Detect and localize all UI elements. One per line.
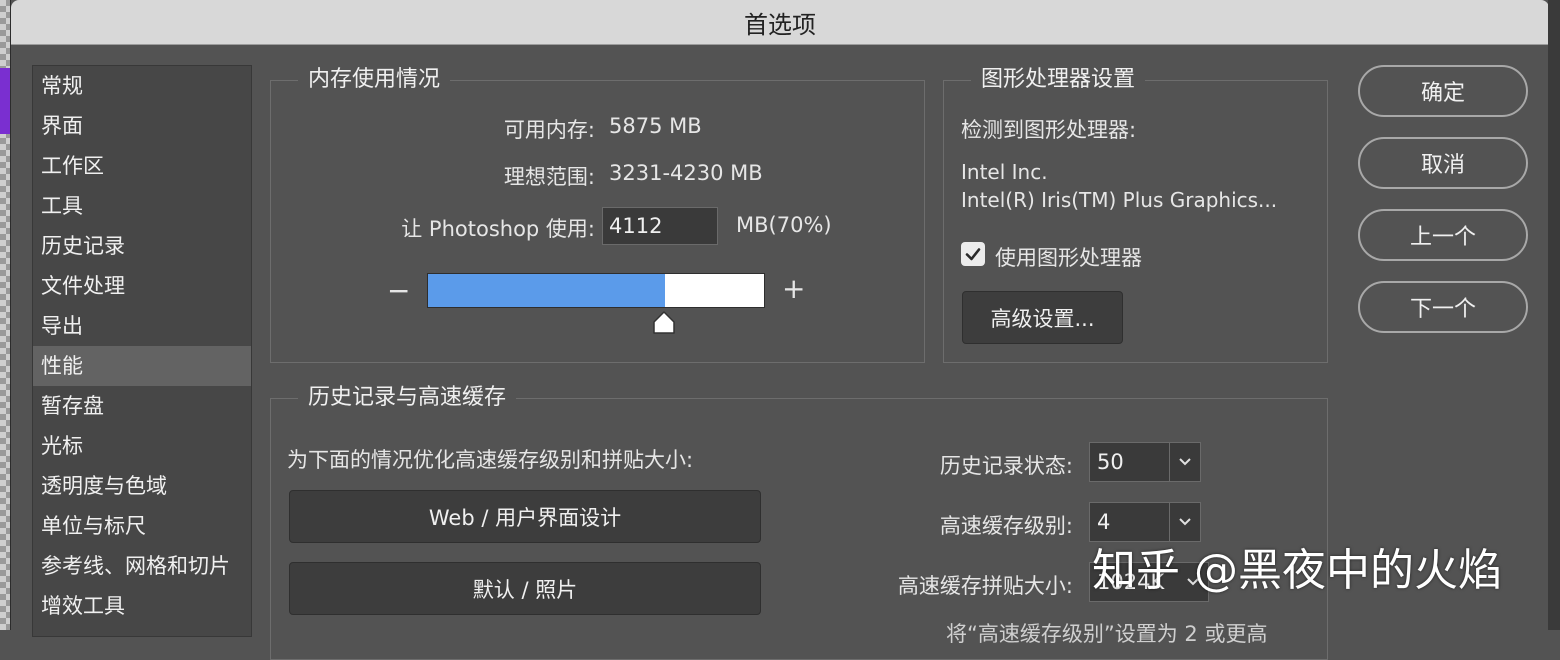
history-states-label: 历史记录状态:	[939, 454, 1073, 478]
chevron-down-icon[interactable]	[1169, 443, 1200, 481]
photoshop-use-label: 让 Photoshop 使用:	[401, 217, 595, 241]
cache-tile-size-label: 高速缓存拼贴大小:	[897, 574, 1073, 598]
sidebar-item[interactable]: 光标	[33, 426, 251, 466]
cache-levels-note: 将“高速缓存级别”设置为 2 或更高	[946, 622, 1268, 646]
memory-use-unit: MB(70%)	[736, 213, 832, 237]
sidebar-item[interactable]: 增效工具	[33, 586, 251, 626]
sidebar-item[interactable]: 常规	[33, 66, 251, 106]
gpu-model: Intel(R) Iris(TM) Plus Graphics...	[961, 188, 1278, 212]
default-photo-button[interactable]: 默认 / 照片	[289, 562, 761, 615]
use-gpu-label: 使用图形处理器	[995, 246, 1142, 270]
sidebar-item[interactable]: 性能	[33, 346, 251, 386]
cache-levels-label: 高速缓存级别:	[939, 514, 1073, 538]
history-states-select[interactable]: 50	[1089, 442, 1201, 482]
ok-button[interactable]: 确定	[1358, 65, 1528, 117]
sidebar-item[interactable]: 历史记录	[33, 226, 251, 266]
preferences-sidebar: 常规 界面 工作区 工具 历史记录 文件处理 导出 性能 暂存盘 光标 透明度与色域 单位与标尺 参考线…	[32, 65, 252, 637]
sidebar-item[interactable]: 工作区	[33, 146, 251, 186]
decrease-memory-button[interactable]: −	[387, 274, 410, 307]
sidebar-item[interactable]: 暂存盘	[33, 386, 251, 426]
gpu-settings-title: 图形处理器设置	[971, 66, 1146, 94]
ideal-range-value: 3231-4230 MB	[609, 161, 763, 185]
memory-slider-fill	[428, 274, 665, 307]
web-ui-design-button[interactable]: Web / 用户界面设计	[289, 490, 761, 543]
sidebar-item[interactable]: 导出	[33, 306, 251, 346]
memory-slider-thumb[interactable]	[652, 311, 676, 335]
sidebar-item[interactable]: 文件处理	[33, 266, 251, 306]
memory-use-input[interactable]	[602, 207, 718, 245]
ideal-range-label: 理想范围:	[503, 165, 595, 189]
previous-button[interactable]: 上一个	[1358, 209, 1528, 261]
canvas-swatch	[0, 68, 10, 134]
sidebar-item[interactable]: 参考线、网格和切片	[33, 546, 251, 586]
memory-slider-track[interactable]	[427, 273, 765, 308]
sidebar-item[interactable]: 工具	[33, 186, 251, 226]
history-states-value: 50	[1097, 450, 1124, 474]
sidebar-item[interactable]: 透明度与色域	[33, 466, 251, 506]
increase-memory-button[interactable]: +	[782, 272, 805, 305]
optimize-cache-label: 为下面的情况优化高速缓存级别和拼贴大小:	[287, 448, 694, 472]
history-cache-title: 历史记录与高速缓存	[298, 384, 517, 412]
sidebar-item[interactable]: 单位与标尺	[33, 506, 251, 546]
advanced-settings-button[interactable]: 高级设置...	[962, 291, 1123, 344]
dialog-title: 首选项	[11, 0, 1549, 45]
available-memory-value: 5875 MB	[609, 114, 702, 138]
next-button[interactable]: 下一个	[1358, 281, 1528, 333]
sidebar-item[interactable]: 界面	[33, 106, 251, 146]
watermark-text: 知乎 @黑夜中的火焰	[1092, 545, 1502, 596]
cancel-button[interactable]: 取消	[1358, 137, 1528, 189]
gpu-vendor: Intel Inc.	[961, 160, 1048, 184]
available-memory-label: 可用内存:	[503, 118, 595, 142]
checkmark-icon	[965, 248, 981, 261]
memory-usage-title: 内存使用情况	[298, 66, 451, 94]
gpu-detected-label: 检测到图形处理器:	[961, 118, 1137, 142]
use-gpu-checkbox[interactable]	[961, 242, 985, 266]
background-strip	[1548, 0, 1560, 630]
